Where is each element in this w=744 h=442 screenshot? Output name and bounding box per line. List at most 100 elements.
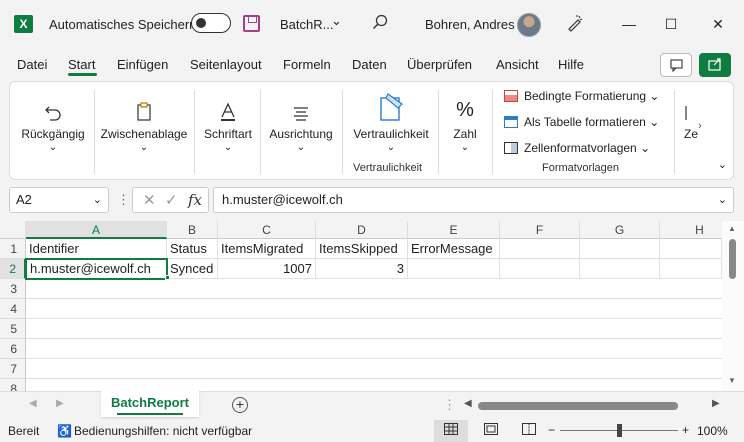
ribbon-scroll-right-icon[interactable]: › xyxy=(698,120,702,132)
autosave-toggle[interactable] xyxy=(191,13,231,33)
column-header-f[interactable]: F xyxy=(500,221,580,239)
ribbon-expand-icon[interactable]: ⌄ xyxy=(718,158,727,171)
vertical-scroll-thumb[interactable] xyxy=(729,239,736,279)
zoom-in-button[interactable]: + xyxy=(682,423,689,437)
sensitivity-button[interactable]: Vertraulichkeit ⌄ xyxy=(348,82,434,153)
cell-g2[interactable] xyxy=(580,259,660,279)
chevron-down-icon[interactable]: ⌄ xyxy=(331,13,342,29)
cell-c1[interactable]: ItemsMigrated xyxy=(218,239,316,259)
scroll-up-icon[interactable]: ▲ xyxy=(728,224,736,233)
tab-datei[interactable]: Datei xyxy=(17,57,47,72)
tab-daten[interactable]: Daten xyxy=(352,57,387,72)
sheet-tab-batchreport[interactable]: BatchReport xyxy=(101,391,199,417)
accessibility-status[interactable]: Bedienungshilfen: nicht verfügbar xyxy=(74,424,252,438)
tab-seitenlayout[interactable]: Seitenlayout xyxy=(190,57,262,72)
tab-hilfe[interactable]: Hilfe xyxy=(558,57,584,72)
designer-pen-icon[interactable] xyxy=(566,14,584,32)
save-icon[interactable] xyxy=(243,15,260,32)
cell-d1[interactable]: ItemsSkipped xyxy=(316,239,408,259)
horizontal-scroll-thumb[interactable] xyxy=(478,402,678,410)
fill-handle[interactable] xyxy=(165,275,170,280)
cell-g1[interactable] xyxy=(580,239,660,259)
chevron-down-icon[interactable]: ⌄ xyxy=(93,188,102,212)
formula-input[interactable]: h.muster@icewolf.ch ⌄ xyxy=(213,187,734,213)
add-sheet-button[interactable]: + xyxy=(232,397,248,413)
next-sheet-icon[interactable]: ▶ xyxy=(56,398,64,409)
cell-styles-button[interactable]: Zellenformatvorlagen ⌄ xyxy=(504,141,650,155)
search-icon[interactable] xyxy=(372,14,388,30)
undo-button[interactable]: Rückgängig ⌄ xyxy=(20,82,86,153)
maximize-button[interactable]: ☐ xyxy=(656,10,686,38)
scroll-left-icon[interactable]: ◀ xyxy=(464,398,472,409)
cell-d2[interactable]: 3 xyxy=(316,259,408,279)
empty-row[interactable] xyxy=(26,379,722,391)
row-header[interactable]: 2 xyxy=(0,259,26,279)
empty-row[interactable] xyxy=(26,279,722,299)
row-header[interactable]: 1 xyxy=(0,239,26,259)
cell-b1[interactable]: Status xyxy=(167,239,218,259)
cell-a1[interactable]: Identifier xyxy=(26,239,167,259)
column-header-b[interactable]: B xyxy=(167,221,218,239)
document-title[interactable]: BatchR... xyxy=(280,17,333,32)
number-button[interactable]: % Zahl ⌄ xyxy=(444,82,486,153)
confirm-icon[interactable]: ✓ xyxy=(165,191,178,209)
cell-a2[interactable]: h.muster@icewolf.ch xyxy=(25,258,168,280)
row-header[interactable]: 3 xyxy=(0,279,26,299)
cell-e2[interactable] xyxy=(408,259,500,279)
formula-bar-grip-icon[interactable]: ⋮ xyxy=(117,192,130,208)
row-header[interactable]: 8 xyxy=(0,379,26,391)
row-header[interactable]: 4 xyxy=(0,299,26,319)
spreadsheet-grid[interactable]: A B C D E F G H 1 2 3 4 5 6 7 8 Identifi… xyxy=(0,221,744,391)
empty-row[interactable] xyxy=(26,359,722,379)
column-header-e[interactable]: E xyxy=(408,221,500,239)
insert-function-icon[interactable]: fx xyxy=(188,191,202,209)
select-all-corner[interactable] xyxy=(0,221,26,239)
tab-ueberpruefen[interactable]: Überprüfen xyxy=(407,57,472,72)
cancel-icon[interactable]: ✕ xyxy=(143,191,156,209)
row-header[interactable]: 5 xyxy=(0,319,26,339)
row-header[interactable]: 6 xyxy=(0,339,26,359)
scroll-right-icon[interactable]: ▶ xyxy=(712,398,720,409)
font-button[interactable]: Schriftart ⌄ xyxy=(200,82,256,153)
chevron-down-icon[interactable]: ⌄ xyxy=(718,188,727,212)
empty-row[interactable] xyxy=(26,319,722,339)
cells-button[interactable]: Ze xyxy=(680,82,702,141)
tab-ansicht[interactable]: Ansicht xyxy=(496,57,539,72)
cell-b2[interactable]: Synced xyxy=(167,259,218,279)
row-header[interactable]: 7 xyxy=(0,359,26,379)
column-header-g[interactable]: G xyxy=(580,221,660,239)
vertical-scrollbar[interactable]: ▲ ▼ xyxy=(722,221,744,391)
empty-row[interactable] xyxy=(26,299,722,319)
zoom-level[interactable]: 100% xyxy=(697,424,728,438)
normal-view-button[interactable] xyxy=(434,420,468,442)
alignment-button[interactable]: Ausrichtung ⌄ xyxy=(266,82,336,153)
column-header-d[interactable]: D xyxy=(316,221,408,239)
format-as-table-button[interactable]: Als Tabelle formatieren ⌄ xyxy=(504,115,659,129)
zoom-out-button[interactable]: − xyxy=(548,423,555,437)
column-header-c[interactable]: C xyxy=(218,221,316,239)
column-header-a[interactable]: A xyxy=(26,221,167,239)
tab-formeln[interactable]: Formeln xyxy=(283,57,331,72)
page-break-view-button[interactable] xyxy=(512,420,546,442)
empty-row[interactable] xyxy=(26,339,722,359)
cell-f2[interactable] xyxy=(500,259,580,279)
tab-split-grip-icon[interactable]: ⋮ xyxy=(443,397,456,413)
cell-h1[interactable] xyxy=(660,239,722,259)
tab-start[interactable]: Start xyxy=(68,57,95,72)
zoom-slider-thumb[interactable] xyxy=(617,424,622,437)
prev-sheet-icon[interactable]: ◀ xyxy=(29,398,37,409)
cell-c2[interactable]: 1007 xyxy=(218,259,316,279)
name-box[interactable]: A2 ⌄ xyxy=(9,187,109,213)
avatar[interactable] xyxy=(517,13,541,37)
page-layout-view-button[interactable] xyxy=(474,420,508,442)
user-name[interactable]: Bohren, Andres xyxy=(425,17,515,32)
cell-f1[interactable] xyxy=(500,239,580,259)
cell-h2[interactable] xyxy=(660,259,722,279)
scroll-down-icon[interactable]: ▼ xyxy=(728,376,736,385)
comments-button[interactable] xyxy=(660,53,692,77)
cell-e1[interactable]: ErrorMessage xyxy=(408,239,500,259)
close-button[interactable]: ✕ xyxy=(703,10,733,38)
tab-einfuegen[interactable]: Einfügen xyxy=(117,57,168,72)
clipboard-button[interactable]: Zwischenablage ⌄ xyxy=(100,82,188,153)
conditional-formatting-button[interactable]: Bedingte Formatierung ⌄ xyxy=(504,89,659,103)
